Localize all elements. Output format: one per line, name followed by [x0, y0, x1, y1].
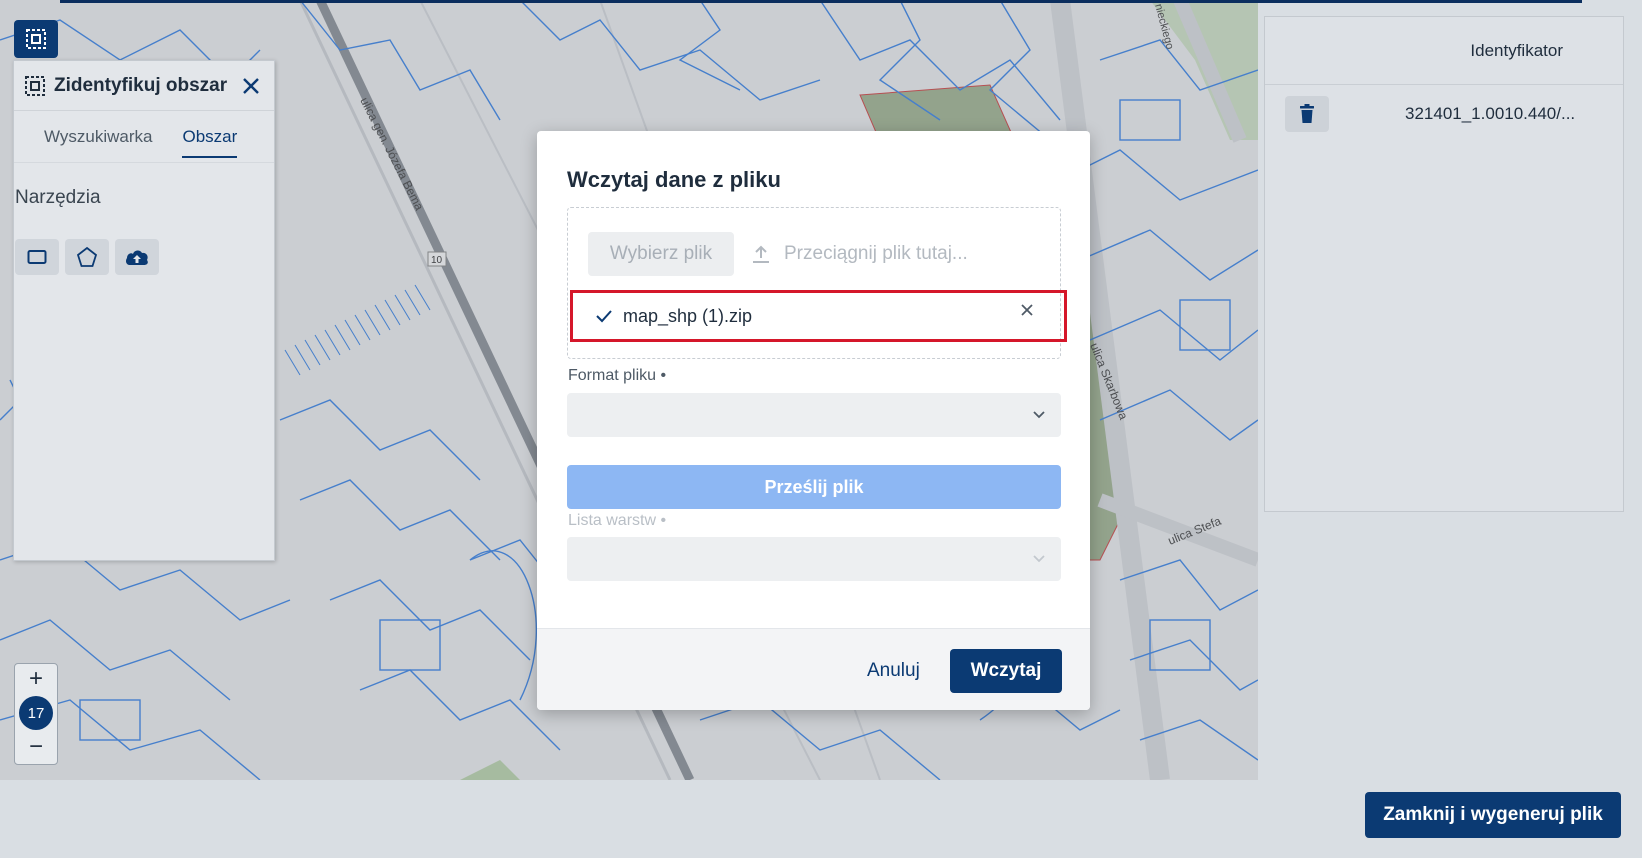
- dialog-title: Wczytaj dane z pliku: [567, 167, 781, 192]
- close-icon: [1021, 304, 1033, 316]
- load-file-dialog: Wczytaj dane z pliku Wybierz plik Przeci…: [537, 131, 1090, 710]
- load-button[interactable]: Wczytaj: [950, 649, 1062, 693]
- select-area-icon: [26, 29, 46, 49]
- remove-file-button[interactable]: [1012, 295, 1042, 325]
- cancel-button[interactable]: Anuluj: [867, 649, 920, 693]
- identify-area-toggle-button[interactable]: [14, 20, 58, 58]
- close-panel-button[interactable]: [238, 73, 264, 99]
- identify-area-panel: Zidentyfikuj obszar Wyszukiwarka Obszar …: [13, 60, 275, 561]
- close-icon: [243, 77, 259, 94]
- close-and-generate-button[interactable]: Zamknij i wygeneruj plik: [1365, 792, 1621, 838]
- panel-title: Zidentyfikuj obszar: [54, 74, 228, 96]
- parcel-identifier: 321401_1.0010.440/...: [1405, 104, 1576, 123]
- zoom-in-button[interactable]: +: [15, 664, 57, 694]
- drop-hint-text: Przeciągnij plik tutaj...: [784, 243, 968, 264]
- top-accent-bar: [60, 0, 1582, 3]
- check-icon: [596, 310, 612, 323]
- layer-list-label: Lista warstw •: [568, 512, 667, 529]
- upload-file-button[interactable]: [115, 239, 159, 275]
- zoom-control: + 17 −: [14, 663, 58, 765]
- trash-icon: [1300, 104, 1314, 123]
- chevron-down-icon: [1033, 555, 1045, 563]
- layer-list-select[interactable]: [567, 537, 1061, 581]
- cloud-upload-icon: [126, 250, 148, 265]
- choose-file-button[interactable]: Wybierz plik: [588, 232, 734, 276]
- panel-tabs: Wyszukiwarka Obszar: [14, 111, 274, 163]
- selected-file-name: map_shp (1).zip: [623, 305, 753, 326]
- dialog-footer: Anuluj Wczytaj: [537, 628, 1090, 710]
- drop-hint: Przeciągnij plik tutaj...: [750, 232, 968, 276]
- zoom-out-button[interactable]: −: [15, 732, 57, 762]
- identifier-column-header: Identyfikator: [1265, 17, 1623, 85]
- tools-section-title: Narzędzia: [15, 187, 101, 208]
- tab-wyszukiwarka[interactable]: Wyszukiwarka: [44, 119, 152, 155]
- pentagon-icon: [76, 246, 98, 267]
- file-format-label: Format pliku •: [568, 367, 667, 384]
- rectangle-icon: [27, 250, 47, 264]
- upload-arrow-icon: [753, 245, 769, 263]
- draw-polygon-button[interactable]: [65, 239, 109, 275]
- chevron-down-icon: [1033, 411, 1045, 419]
- select-area-icon: [25, 75, 45, 96]
- panel-header: Zidentyfikuj obszar: [14, 61, 274, 111]
- table-row: 321401_1.0010.440/...: [1265, 85, 1623, 143]
- draw-rectangle-button[interactable]: [15, 239, 59, 275]
- tab-obszar[interactable]: Obszar: [182, 119, 237, 158]
- upload-file-submit-button[interactable]: Prześlij plik: [567, 465, 1061, 509]
- zoom-level-badge: 17: [19, 696, 53, 730]
- identified-parcels-panel: Identyfikator 321401_1.0010.440/...: [1264, 16, 1624, 512]
- selected-file-row: map_shp (1).zip: [570, 290, 1067, 342]
- file-format-select[interactable]: [567, 393, 1061, 437]
- delete-row-button[interactable]: [1285, 96, 1329, 132]
- file-dropzone[interactable]: Wybierz plik Przeciągnij plik tutaj... m…: [567, 207, 1067, 359]
- tools-toolbar: [14, 209, 274, 275]
